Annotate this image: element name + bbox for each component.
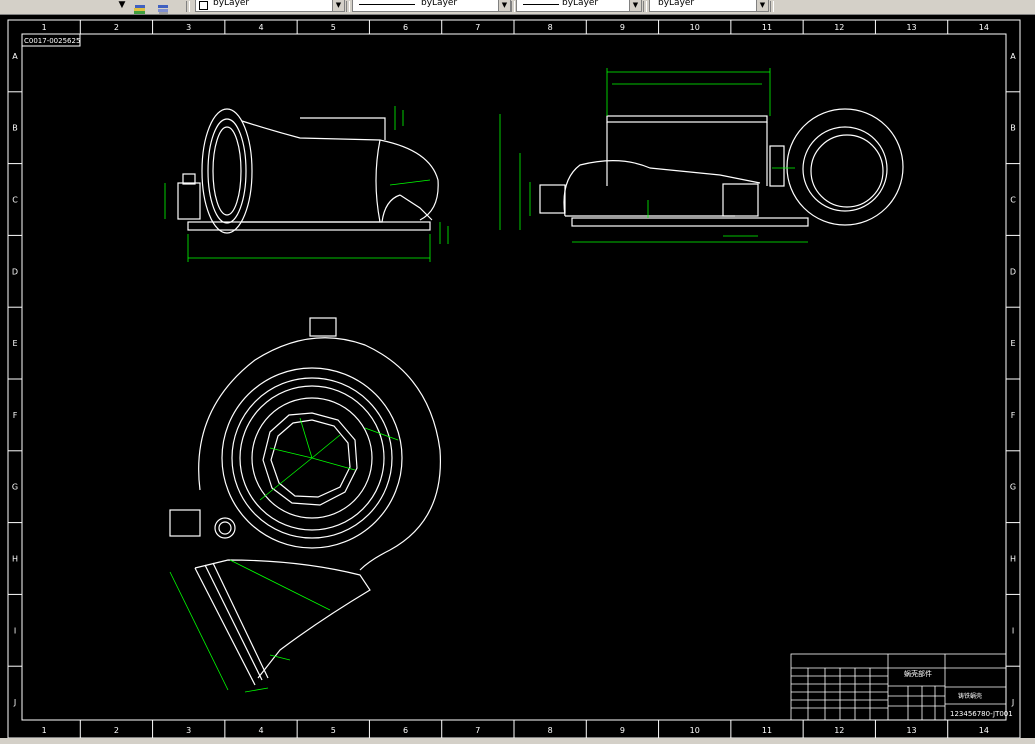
color-swatch-icon [199, 1, 208, 10]
row-label: I [1012, 626, 1014, 635]
row-label: D [1010, 267, 1016, 276]
row-label: D [12, 267, 18, 276]
layer-previous-icon[interactable] [156, 0, 170, 14]
corner-code-text: C0017-0025625 [24, 37, 80, 45]
chevron-down-icon[interactable]: ▼ [332, 0, 344, 11]
column-label: 10 [690, 726, 700, 735]
side-elevation-dimensions [164, 106, 449, 262]
dropdown-arrow-icon[interactable]: ▼ [116, 0, 128, 12]
row-label: J [13, 698, 16, 707]
column-label: 11 [762, 23, 772, 32]
toolbar-separator [186, 1, 190, 12]
column-label: 11 [762, 726, 772, 735]
column-label: 8 [548, 726, 553, 735]
row-label: C [12, 196, 18, 205]
column-label: 6 [403, 23, 408, 32]
column-label: 1 [42, 726, 47, 735]
lineweight-combo-label: byLayer [562, 0, 599, 8]
properties-toolbar: ▼ byLayer ▼ byLayer ▼ byLayer ▼ byLayer … [0, 0, 1035, 15]
column-label: 12 [834, 726, 844, 735]
drawing-canvas[interactable]: 11223344556677889910101111121213131414A A… [0, 14, 1035, 738]
linetype-combo[interactable]: byLayer ▼ [352, 0, 511, 12]
row-label: A [12, 52, 18, 61]
row-label: A [1010, 52, 1016, 61]
column-label: 14 [979, 23, 989, 32]
column-label: 9 [620, 23, 625, 32]
title-block-drawing-number: 123456780-JT001 [950, 710, 1013, 718]
linetype-preview [359, 4, 415, 5]
side-elevation-view [177, 108, 439, 234]
color-combo-label: byLayer [213, 0, 250, 8]
color-combo[interactable]: byLayer ▼ [195, 0, 345, 12]
row-label: B [1010, 124, 1016, 133]
toolbar-separator [770, 1, 774, 12]
toolbar-separator [511, 1, 515, 12]
chevron-down-icon[interactable]: ▼ [756, 0, 768, 11]
linetype-combo-label: byLayer [421, 0, 458, 8]
column-label: 2 [114, 726, 119, 735]
plotstyle-combo[interactable]: byLayer ▼ [649, 0, 769, 12]
row-label: E [1010, 339, 1015, 348]
column-label: 6 [403, 726, 408, 735]
lineweight-preview [523, 4, 559, 5]
corner-code-box: C0017-0025625 [21, 33, 81, 47]
column-label: 13 [906, 726, 916, 735]
toolbar-separator [346, 1, 350, 12]
status-bar [0, 738, 1035, 744]
row-label: F [13, 411, 18, 420]
frame-zone-labels: 11223344556677889910101111121213131414A A… [8, 20, 1020, 738]
row-label: G [1010, 483, 1016, 492]
column-label: 8 [548, 23, 553, 32]
column-label: 14 [979, 726, 989, 735]
row-label: I [14, 626, 16, 635]
row-label: J [1011, 698, 1014, 707]
column-label: 3 [186, 726, 191, 735]
plan-view-dimensions [169, 417, 399, 693]
title-block-part-name: 铸铁蜗壳 [958, 692, 982, 700]
column-label: 7 [475, 23, 480, 32]
row-label: C [1010, 196, 1016, 205]
chevron-down-icon[interactable]: ▼ [629, 0, 641, 11]
column-label: 4 [258, 23, 263, 32]
row-label: F [1011, 411, 1016, 420]
row-label: H [1010, 555, 1016, 564]
column-label: 3 [186, 23, 191, 32]
column-label: 1 [42, 23, 47, 32]
column-label: 4 [258, 726, 263, 735]
sheet-border [7, 19, 1021, 738]
column-label: 5 [331, 23, 336, 32]
column-label: 5 [331, 726, 336, 735]
front-elevation-view [539, 108, 904, 227]
row-label: G [12, 483, 18, 492]
title-block-title: 蜗壳部件 [904, 669, 932, 678]
column-label: 10 [690, 23, 700, 32]
row-label: H [12, 555, 18, 564]
column-label: 7 [475, 726, 480, 735]
row-label: B [12, 124, 18, 133]
toolbar-separator [643, 1, 647, 12]
column-label: 9 [620, 726, 625, 735]
chevron-down-icon[interactable]: ▼ [498, 0, 510, 11]
column-label: 13 [906, 23, 916, 32]
column-label: 12 [834, 23, 844, 32]
plotstyle-combo-label: byLayer [658, 0, 695, 8]
plan-view [169, 317, 442, 686]
row-label: E [12, 339, 17, 348]
column-label: 2 [114, 23, 119, 32]
layer-states-icon[interactable] [133, 0, 147, 14]
lineweight-combo[interactable]: byLayer ▼ [516, 0, 642, 12]
